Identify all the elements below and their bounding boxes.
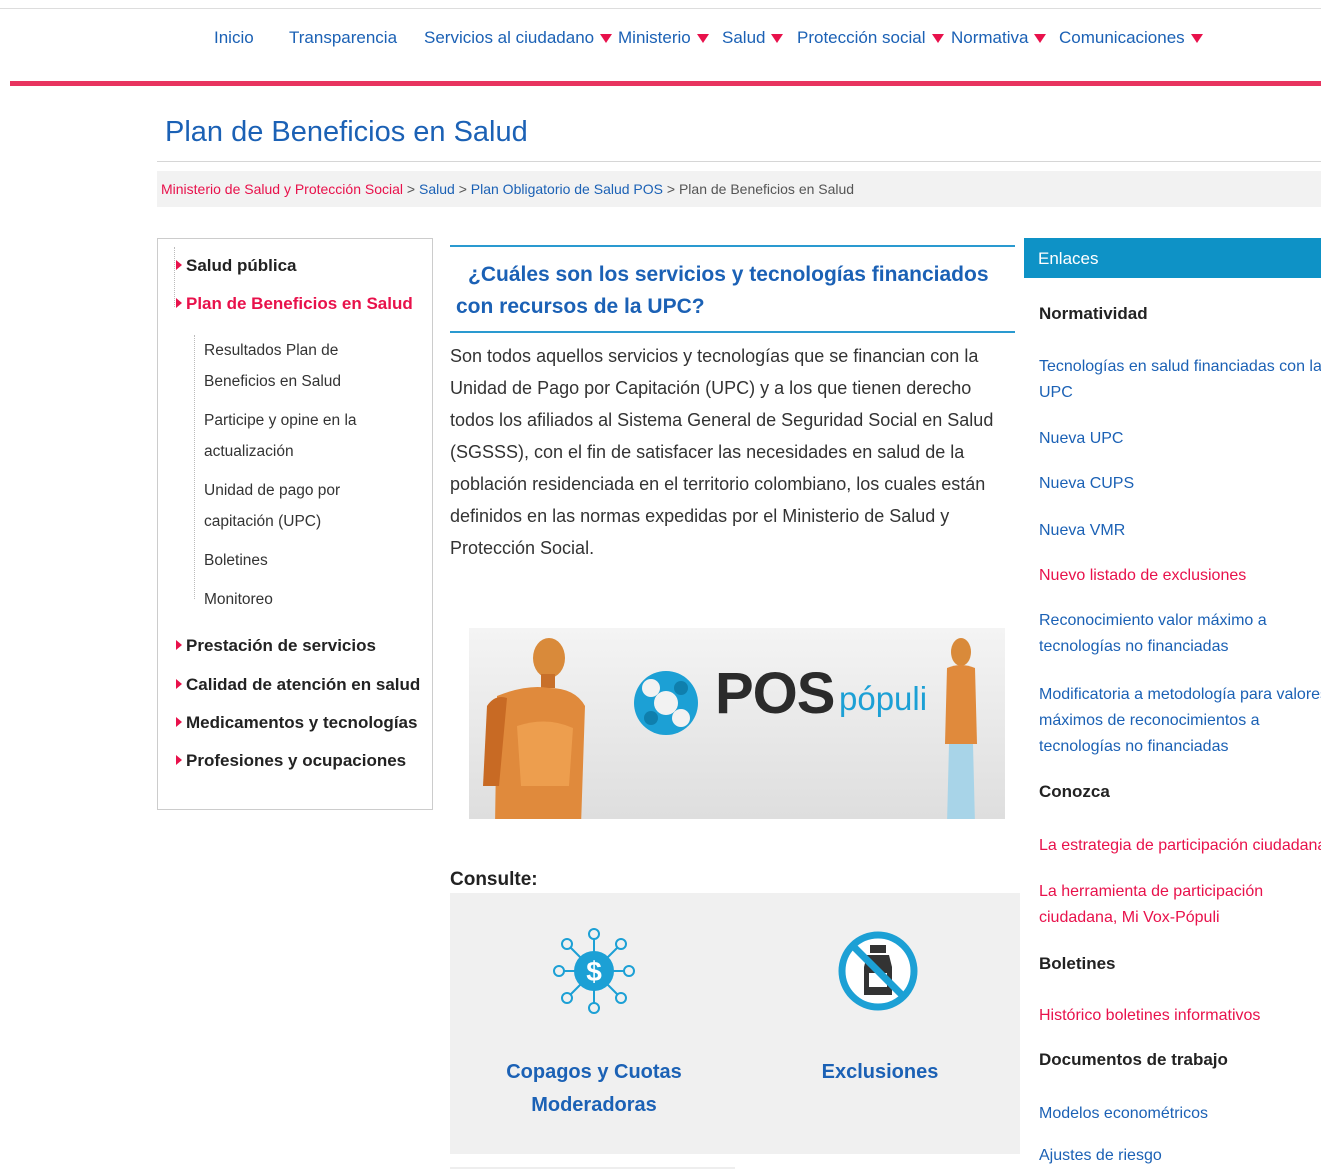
caret-down-icon	[771, 34, 784, 44]
section-normatividad: Normatividad	[1039, 304, 1148, 323]
enlaces-header: Enlaces	[1024, 238, 1321, 278]
tree-guide-line	[174, 247, 175, 307]
nav-item-inicio[interactable]: Inicio	[214, 28, 254, 48]
sidebar-item-medicamentos[interactable]: Medicamentos y tecnologías	[176, 713, 417, 733]
link-modelos-econometricos[interactable]: Modelos econométricos	[1039, 1101, 1321, 1127]
section-boletines: Boletines	[1039, 954, 1116, 973]
sidebar-item-calidad[interactable]: Calidad de atención en salud	[176, 675, 420, 695]
money-network-icon[interactable]: $	[553, 928, 635, 1014]
sidebar-subitem-upc[interactable]: Unidad de pago por capitación (UPC)	[204, 475, 414, 537]
link-historico-boletines[interactable]: Histórico boletines informativos	[1039, 1003, 1321, 1029]
caret-down-icon	[600, 34, 613, 44]
link-mi-vox-populi[interactable]: La herramienta de participación ciudadan…	[1039, 879, 1321, 931]
nav-item-salud[interactable]: Salud	[722, 28, 784, 48]
pos-populi-logo-icon	[634, 671, 698, 735]
sidebar-item-plan-beneficios[interactable]: Plan de Beneficios en Salud	[176, 294, 413, 314]
arrow-right-icon	[176, 639, 182, 650]
consulte-panel: $ Copagos y Cuotas Moderadoras Exclusion…	[450, 893, 1020, 1154]
link-estrategia-participacion[interactable]: La estrategia de participación ciudadana	[1039, 833, 1321, 859]
top-divider	[0, 8, 1321, 9]
nav-item-normativa[interactable]: Normativa	[951, 28, 1047, 48]
arrow-right-icon	[176, 754, 182, 765]
breadcrumb-link-salud[interactable]: Salud	[419, 181, 455, 197]
breadcrumb-link-ministerio[interactable]: Ministerio de Salud y Protección Social	[161, 181, 403, 197]
arrow-right-icon	[176, 716, 182, 727]
nav-accent-bar	[10, 81, 1321, 86]
section-conozca: Conozca	[1039, 782, 1110, 801]
link-nueva-cups[interactable]: Nueva CUPS	[1039, 471, 1321, 497]
sidebar-menu: Salud pública Plan de Beneficios en Salu…	[157, 238, 433, 810]
link-tecnologias-upc[interactable]: Tecnologías en salud financiadas con la …	[1039, 354, 1321, 406]
sidebar-item-prestacion[interactable]: Prestación de servicios	[176, 636, 376, 656]
banner-brand: POS	[715, 661, 835, 726]
consulte-label: Consulte:	[450, 869, 538, 890]
content-body: Son todos aquellos servicios y tecnologí…	[450, 346, 994, 558]
breadcrumb-separator: >	[458, 181, 467, 197]
anatomy-figure-image	[945, 638, 977, 819]
no-medication-icon[interactable]	[838, 931, 918, 1011]
page-title: Plan de Beneficios en Salud	[165, 116, 528, 148]
arrow-right-icon	[176, 678, 182, 689]
link-nueva-upc[interactable]: Nueva UPC	[1039, 426, 1321, 452]
breadcrumb-separator: >	[406, 181, 416, 197]
caret-down-icon	[1034, 34, 1047, 44]
title-divider	[157, 161, 1321, 162]
breadcrumb: Ministerio de Salud y Protección Social …	[157, 171, 1321, 207]
link-listado-exclusiones[interactable]: Nuevo listado de exclusiones	[1039, 563, 1321, 589]
banner-brand-sub: pópuli	[839, 680, 928, 717]
card-copagos[interactable]: Copagos y Cuotas Moderadoras	[494, 1056, 694, 1122]
nav-item-servicios[interactable]: Servicios al ciudadano	[424, 28, 613, 48]
sidebar-subitem-participe[interactable]: Participe y opine en la actualización	[204, 405, 414, 467]
card-exclusiones[interactable]: Exclusiones	[780, 1056, 980, 1089]
arrow-right-icon	[176, 297, 182, 308]
content-heading: ¿Cuáles son los servicios y tecnologías …	[456, 263, 989, 318]
nav-item-proteccion[interactable]: Protección social	[797, 28, 944, 48]
sidebar-item-profesiones[interactable]: Profesiones y ocupaciones	[176, 751, 406, 771]
caret-down-icon	[931, 34, 944, 44]
tree-guide-line	[194, 335, 195, 599]
link-reconocimiento-valor[interactable]: Reconocimiento valor máximo a tecnología…	[1039, 608, 1321, 660]
link-ajustes-riesgo[interactable]: Ajustes de riesgo	[1039, 1143, 1321, 1169]
sidebar-item-salud-publica[interactable]: Salud pública	[176, 256, 297, 276]
nav-item-transparencia[interactable]: Transparencia	[289, 28, 397, 48]
sidebar-subitem-boletines[interactable]: Boletines	[204, 545, 414, 576]
breadcrumb-separator: >	[666, 181, 676, 197]
content-heading-box: ¿Cuáles son los servicios y tecnologías …	[450, 245, 1015, 333]
arrow-right-icon	[176, 259, 182, 270]
breadcrumb-link-pos[interactable]: Plan Obligatorio de Salud POS	[471, 181, 663, 197]
caret-down-icon	[696, 34, 709, 44]
link-nueva-vmr[interactable]: Nueva VMR	[1039, 518, 1321, 544]
nav-item-ministerio[interactable]: Ministerio	[618, 28, 709, 48]
anatomy-figure-image	[483, 638, 585, 819]
link-modificatoria[interactable]: Modificatoria a metodología para valores…	[1039, 682, 1321, 760]
svg-text:$: $	[586, 956, 602, 987]
caret-down-icon	[1190, 34, 1203, 44]
sidebar-subitem-monitoreo[interactable]: Monitoreo	[204, 584, 414, 615]
sidebar-subitem-resultados[interactable]: Resultados Plan de Beneficios en Salud	[204, 335, 414, 397]
pos-populi-banner[interactable]: POS pópuli	[469, 628, 1005, 819]
section-documentos: Documentos de trabajo	[1039, 1050, 1228, 1069]
breadcrumb-current: Plan de Beneficios en Salud	[678, 181, 855, 197]
nav-item-comunicaciones[interactable]: Comunicaciones	[1059, 28, 1203, 48]
